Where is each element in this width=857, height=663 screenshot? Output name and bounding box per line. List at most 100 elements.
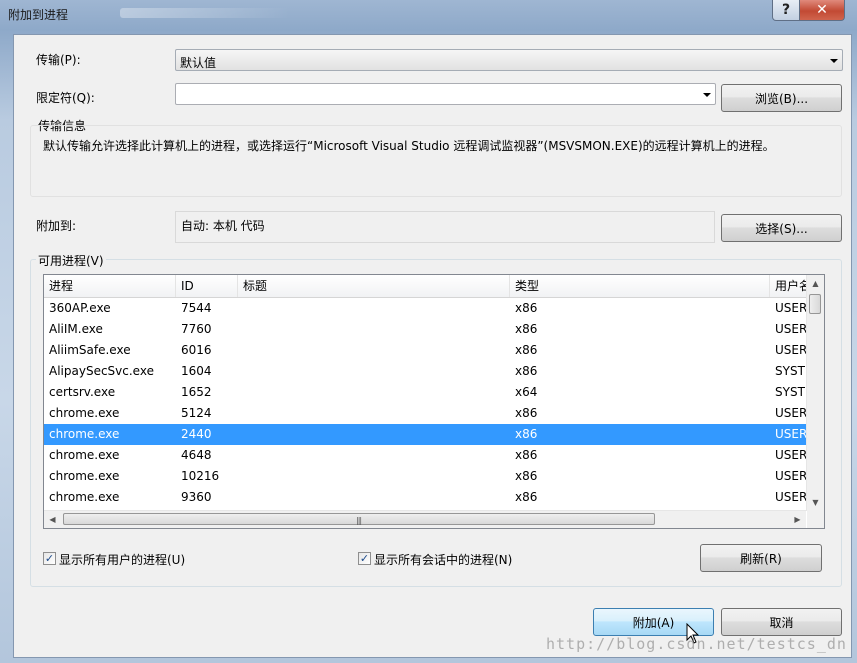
chevron-down-icon (703, 93, 711, 97)
process-title (238, 403, 510, 424)
close-icon: ✕ (816, 2, 828, 18)
process-user: USER (775, 322, 806, 336)
close-button[interactable]: ✕ (799, 0, 845, 21)
process-title (238, 361, 510, 382)
process-row[interactable]: chrome.exe 9360 x86 USER (44, 487, 806, 508)
qualifier-input[interactable] (175, 83, 716, 105)
scroll-right-icon[interactable]: ▶ (789, 511, 806, 528)
process-row[interactable]: 360AP.exe 7544 x86 USER (44, 298, 806, 319)
transport-label: 传输(P): (36, 53, 81, 67)
show-all-sessions-checkbox[interactable]: ✓ (358, 552, 371, 565)
dialog-client-area: 传输(P): 默认值 限定符(Q): 浏览(B)... 传输信息 默认传输允许选… (13, 34, 852, 658)
process-user: USER (775, 448, 806, 462)
title-bar-background (120, 8, 290, 18)
process-title (238, 424, 510, 445)
process-type: x86 (515, 364, 538, 378)
show-all-sessions-label[interactable]: 显示所有会话中的进程(N) (374, 551, 512, 568)
attach-to-value: 自动: 本机 代码 (181, 219, 265, 233)
process-id: 4648 (181, 448, 212, 462)
horizontal-scrollbar[interactable]: ◀ ||| ▶ (44, 510, 806, 528)
process-title (238, 298, 510, 319)
qualifier-label: 限定符(Q): (36, 91, 95, 105)
attach-to-field: 自动: 本机 代码 (175, 211, 715, 243)
process-id: 6016 (181, 343, 212, 357)
vertical-scroll-thumb[interactable] (809, 294, 821, 314)
process-list[interactable]: 进程 ID 标题 类型 用户名 360AP.exe 7544 x86 USER … (43, 274, 825, 529)
process-row[interactable]: chrome.exe 4648 x86 USER (44, 445, 806, 466)
process-id: 2440 (181, 427, 212, 441)
cancel-button-label: 取消 (769, 615, 794, 630)
watermark-text: http://blog.csdn.net/testcs_dn (546, 635, 847, 653)
process-user: USER (775, 343, 806, 357)
help-button[interactable]: ? (772, 0, 800, 21)
process-title (238, 445, 510, 466)
process-title (238, 487, 510, 508)
process-type: x86 (515, 301, 538, 315)
process-id: 7544 (181, 301, 212, 315)
window-title: 附加到进程 (8, 8, 69, 22)
grip-icon: ||| (356, 516, 362, 525)
process-id: 5124 (181, 406, 212, 420)
process-user: USER (775, 469, 806, 483)
process-row[interactable]: AliIM.exe 7760 x86 USER (44, 319, 806, 340)
attach-to-label: 附加到: (36, 219, 77, 233)
browse-button[interactable]: 浏览(B)... (721, 84, 842, 112)
horizontal-scroll-thumb[interactable]: ||| (63, 513, 655, 525)
scrollbar-corner (807, 511, 824, 528)
process-name: chrome.exe (49, 469, 120, 483)
window-frame: 附加到进程 ? ✕ 传输(P): 默认值 限定符(Q): 浏览(B)... 传输… (0, 0, 857, 663)
browse-button-label: 浏览(B)... (754, 91, 809, 106)
process-name: chrome.exe (49, 490, 120, 504)
process-type: x86 (515, 490, 538, 504)
process-type: x86 (515, 427, 538, 441)
process-title (238, 466, 510, 487)
process-row[interactable]: chrome.exe 10216 x86 USER (44, 466, 806, 487)
cancel-button[interactable]: 取消 (721, 608, 842, 636)
column-header-id[interactable]: ID (176, 275, 238, 297)
process-user: USER (775, 406, 806, 420)
column-header-process[interactable]: 进程 (44, 275, 176, 297)
scroll-down-icon[interactable]: ▼ (807, 494, 824, 511)
process-row[interactable]: AlipaySecSvc.exe 1604 x86 SYST (44, 361, 806, 382)
process-title (238, 382, 510, 403)
process-row[interactable]: chrome.exe 5124 x86 USER (44, 403, 806, 424)
process-type: x86 (515, 469, 538, 483)
process-type: x86 (515, 406, 538, 420)
process-row[interactable]: AliimSafe.exe 6016 x86 USER (44, 340, 806, 361)
transport-info-group (30, 125, 842, 197)
column-header-type[interactable]: 类型 (510, 275, 770, 297)
show-all-users-checkbox[interactable]: ✓ (43, 552, 56, 565)
process-list-header: 进程 ID 标题 类型 用户名 (44, 275, 810, 298)
process-id: 9360 (181, 490, 212, 504)
process-name: certsrv.exe (49, 385, 116, 399)
column-header-user[interactable]: 用户名 (770, 275, 810, 297)
process-type: x64 (515, 385, 538, 399)
process-name: AliIM.exe (49, 322, 103, 336)
process-id: 1604 (181, 364, 212, 378)
process-user: USER (775, 301, 806, 315)
transport-select[interactable]: 默认值 (175, 49, 843, 71)
process-id: 1652 (181, 385, 212, 399)
process-id: 10216 (181, 469, 220, 483)
select-code-type-button[interactable]: 选择(S)... (721, 214, 842, 242)
column-header-title[interactable]: 标题 (238, 275, 510, 297)
process-type: x86 (515, 343, 538, 357)
vertical-scrollbar[interactable]: ▲ ▼ (806, 275, 824, 511)
process-title (238, 340, 510, 361)
scroll-up-icon[interactable]: ▲ (807, 275, 824, 292)
process-row-selected[interactable]: chrome.exe 2440 x86 USER (44, 424, 806, 445)
select-button-label: 选择(S)... (755, 221, 808, 236)
process-name: AlipaySecSvc.exe (49, 364, 154, 378)
process-user: USER (775, 427, 806, 441)
help-icon: ? (781, 2, 791, 18)
show-all-users-label[interactable]: 显示所有用户的进程(U) (59, 551, 185, 568)
refresh-button-label: 刷新(R) (740, 551, 782, 566)
scroll-left-icon[interactable]: ◀ (44, 511, 61, 528)
process-type: x86 (515, 322, 538, 336)
process-name: AliimSafe.exe (49, 343, 131, 357)
process-id: 7760 (181, 322, 212, 336)
process-row[interactable]: certsrv.exe 1652 x64 SYST (44, 382, 806, 403)
refresh-button[interactable]: 刷新(R) (700, 544, 822, 572)
process-name: chrome.exe (49, 448, 120, 462)
process-user: USER (775, 490, 806, 504)
